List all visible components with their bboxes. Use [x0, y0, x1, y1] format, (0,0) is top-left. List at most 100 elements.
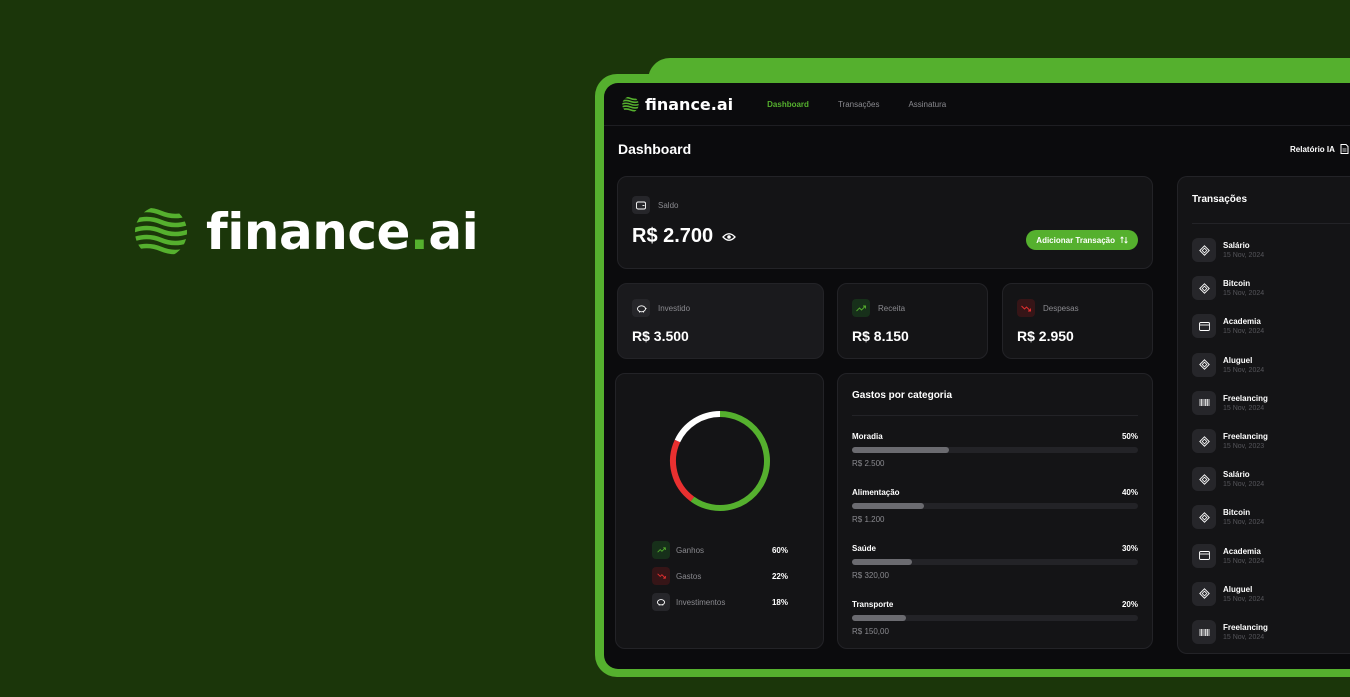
balance-value: R$ 2.700: [632, 225, 714, 247]
transaction-date: 15 Nov, 2024: [1223, 481, 1265, 489]
transaction-name: Freelancing: [1223, 432, 1268, 441]
transaction-row[interactable]: Bitcoin 15 Nov, 2024: [1192, 505, 1265, 530]
transaction-row[interactable]: Academia 15 Nov, 2024: [1192, 543, 1265, 568]
category-amount: R$ 1.200: [852, 515, 885, 524]
category-pct: 50%: [1121, 432, 1138, 441]
nav-link-assinatura[interactable]: Assinatura: [908, 100, 946, 109]
transaction-name: Aluguel: [1223, 584, 1253, 594]
pix-icon: [1192, 429, 1216, 453]
category-transporte: Transporte 20% R$ 150,00: [852, 600, 1138, 636]
wallet-icon: [632, 196, 650, 214]
app-screen: finance.ai Dashboard Transações Assinatu…: [604, 83, 1350, 669]
hero-brand: finance.ai: [134, 203, 479, 261]
donut-chart: [670, 411, 770, 511]
transaction-date: 15 Nov, 2024: [1223, 557, 1265, 565]
transaction-name: Freelancing: [1223, 623, 1268, 632]
legend-pct: 18%: [771, 597, 788, 607]
categories-title: Gastos por categoria: [852, 390, 953, 401]
summary-card-investido: Investido R$ 3.500: [617, 283, 824, 359]
page-title: Dashboard: [618, 141, 692, 157]
categories-divider: [852, 415, 1138, 416]
summary-label: Receita: [878, 303, 906, 313]
categories-card: Gastos por categoria Moradia 50% R$ 2.500…: [837, 373, 1153, 649]
transaction-row[interactable]: Academia 15 Nov, 2024: [1192, 314, 1264, 339]
summary-value: R$ 3.500: [632, 328, 689, 344]
trending-down-icon: [1017, 299, 1035, 317]
pix-icon: [1192, 276, 1216, 301]
transaction-row[interactable]: Freelancing 15 Nov, 2024: [1192, 620, 1268, 644]
category-pct: 20%: [1121, 600, 1138, 609]
donut-card: Ganhos 60% Gastos 22% Investimentos 18%: [615, 373, 824, 649]
pix-icon: [1192, 352, 1216, 377]
category-name: Saúde: [852, 544, 877, 553]
transactions-divider: [1192, 223, 1350, 224]
transaction-row[interactable]: Salário 15 Nov, 2024: [1192, 238, 1264, 262]
summary-value: R$ 2.950: [1017, 328, 1074, 344]
nav-links: Dashboard Transações Assinatura: [767, 100, 946, 109]
category-alimentacao: Alimentação 40% R$ 1.200: [852, 488, 1138, 524]
add-transaction-label: Adicionar Transação: [1036, 235, 1115, 245]
category-progress-track: [852, 447, 1138, 453]
hero-brand-name: finance.ai: [206, 203, 479, 261]
transaction-name: Bitcoin: [1223, 279, 1251, 289]
card-icon: [1192, 314, 1216, 339]
nav-brand[interactable]: finance.ai: [622, 95, 733, 114]
summary-card-despesas: Despesas R$ 2.950: [1002, 283, 1153, 359]
category-saude: Saúde 30% R$ 320,00: [852, 544, 1138, 580]
category-pct: 40%: [1121, 488, 1138, 497]
transactions-panel: Transações Salário 15 Nov, 2024 Bitcoin 15 …: [1177, 176, 1350, 654]
category-amount: R$ 150,00: [852, 627, 889, 636]
category-progress-fill: [852, 447, 950, 453]
transaction-row[interactable]: Salário 15 Nov, 2024: [1192, 467, 1265, 492]
category-progress-fill: [852, 503, 924, 509]
transactions-title: Transações: [1192, 194, 1248, 205]
legend-row-investimentos: Investimentos 18%: [652, 593, 788, 611]
card-icon: [1192, 543, 1216, 568]
summary-card-receita: Receita R$ 8.150: [837, 283, 988, 359]
pix-icon: [1192, 238, 1216, 262]
legend-pct: 22%: [771, 571, 788, 581]
transaction-name: Aluguel: [1223, 355, 1253, 365]
wave-logo-icon: [622, 96, 639, 112]
transaction-date: 15 Nov, 2024: [1223, 595, 1265, 603]
report-button[interactable]: Relatório IA: [1290, 144, 1349, 154]
summary-label: Despesas: [1043, 303, 1079, 313]
transaction-name: Salário: [1223, 470, 1250, 480]
nav-link-dashboard[interactable]: Dashboard: [767, 100, 809, 109]
transaction-row[interactable]: Freelancing 15 Nov, 2023: [1192, 429, 1268, 453]
transaction-date: 15 Nov, 2024: [1223, 252, 1265, 259]
summary-label: Investido: [658, 303, 691, 313]
add-transaction-button[interactable]: Adicionar Transação: [1026, 230, 1138, 250]
transaction-date: 15 Nov, 2024: [1223, 404, 1265, 412]
piggy-bank-icon: [652, 593, 670, 611]
transaction-name: Academia: [1223, 317, 1261, 327]
sort-arrows-icon: [1120, 236, 1128, 244]
category-progress-track: [852, 503, 1138, 509]
legend-row-gastos: Gastos 22%: [652, 567, 788, 585]
eye-icon[interactable]: [722, 232, 737, 242]
category-amount: R$ 2.500: [852, 459, 885, 468]
donut-segment-ganhos: [690, 411, 770, 511]
transaction-name: Salário: [1223, 241, 1250, 250]
barcode-icon: [1192, 620, 1216, 644]
legend-name: Investimentos: [676, 597, 726, 607]
barcode-icon: [1192, 390, 1216, 415]
donut-segment-gastos: [670, 439, 695, 502]
category-moradia: Moradia 50% R$ 2.500: [852, 432, 1138, 468]
wave-logo-icon: [135, 207, 187, 255]
summary-value: R$ 8.150: [852, 328, 909, 344]
transaction-row[interactable]: Bitcoin 15 Nov, 2024: [1192, 276, 1264, 301]
transaction-row[interactable]: Aluguel 15 Nov, 2024: [1192, 352, 1265, 377]
transaction-date: 15 Nov, 2024: [1223, 519, 1265, 527]
transaction-row[interactable]: Freelancing 15 Nov, 2024: [1192, 390, 1268, 415]
piggy-bank-icon: [632, 299, 650, 317]
donut-segment-investimentos: [674, 411, 721, 443]
category-progress-fill: [852, 615, 907, 621]
category-amount: R$ 320,00: [852, 571, 889, 580]
nav-link-transacoes[interactable]: Transações: [838, 100, 880, 109]
transaction-row[interactable]: Aluguel 15 Nov, 2024: [1192, 581, 1265, 606]
category-progress-fill: [852, 559, 913, 565]
file-icon: [1340, 144, 1349, 154]
balance-card: Saldo R$ 2.700 Adicionar Transação: [617, 176, 1153, 269]
transaction-date: 15 Nov, 2024: [1223, 366, 1265, 374]
